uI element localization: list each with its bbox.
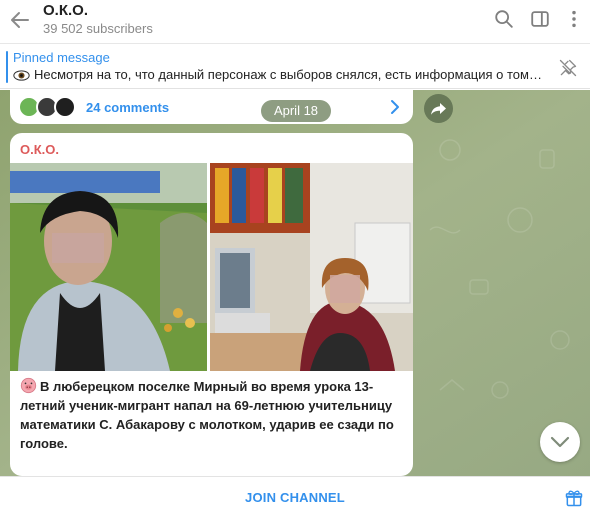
join-channel-button[interactable]: JOIN CHANNEL xyxy=(0,490,590,505)
comments-link[interactable]: 24 comments xyxy=(10,90,413,124)
chevron-right-icon xyxy=(391,100,399,114)
pinned-text: Несмотря на то, что данный персонаж с вы… xyxy=(34,67,544,82)
gift-icon[interactable] xyxy=(564,488,584,508)
more-vertical-icon[interactable] xyxy=(563,8,585,30)
pinned-title: Pinned message xyxy=(13,50,110,65)
commenter-avatar xyxy=(54,96,76,118)
post-text: В люберецком поселке Мирный во время уро… xyxy=(20,379,394,451)
share-icon[interactable] xyxy=(424,94,453,123)
search-icon[interactable] xyxy=(493,8,515,30)
eye-icon xyxy=(13,70,30,81)
scroll-down-button[interactable] xyxy=(540,422,580,462)
post-photo[interactable] xyxy=(10,163,413,371)
footer-bar: JOIN CHANNEL xyxy=(0,476,590,518)
comments-count: 24 comments xyxy=(86,100,170,115)
sidebar-toggle-icon[interactable] xyxy=(529,8,551,30)
pinned-indicator xyxy=(6,51,8,83)
channel-post: О.К.О. В люберецком поселке Мирный во вр… xyxy=(10,133,413,476)
date-badge: April 18 xyxy=(261,100,331,122)
subscriber-count: 39 502 subscribers xyxy=(43,21,153,36)
post-author[interactable]: О.К.О. xyxy=(20,142,59,157)
back-arrow-icon[interactable] xyxy=(8,8,32,32)
pinned-message-bar[interactable]: Pinned message Несмотря на то, что данны… xyxy=(0,45,590,89)
chat-area[interactable]: 24 comments April 18 О.К.О. В люберецком… xyxy=(0,90,590,476)
channel-title[interactable]: О.К.О. xyxy=(43,2,88,19)
unpin-icon[interactable] xyxy=(558,58,578,78)
chat-header: О.К.О. 39 502 subscribers xyxy=(0,0,590,44)
